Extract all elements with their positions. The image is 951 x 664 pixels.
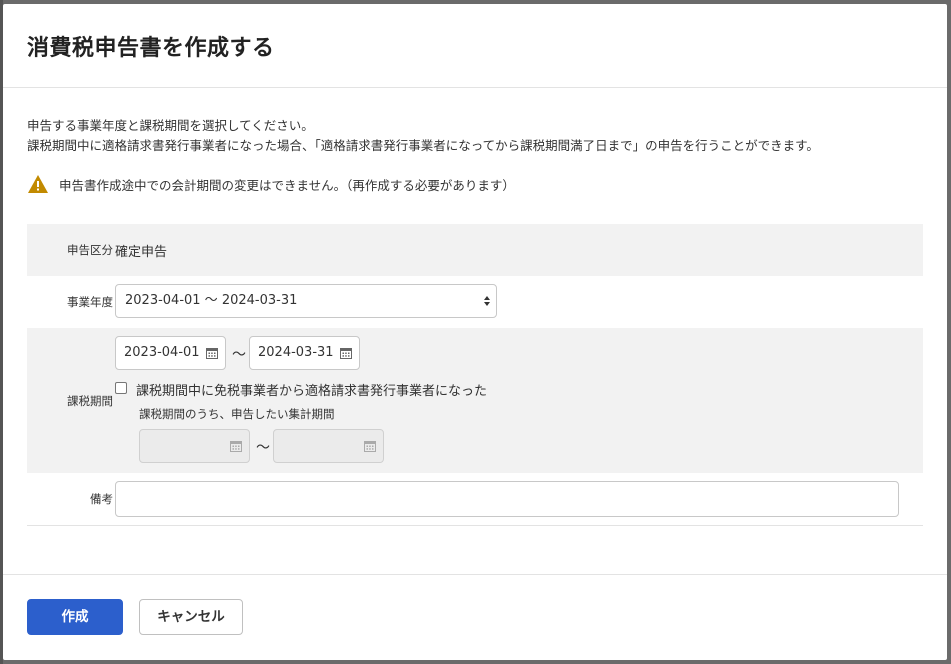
calendar-icon [364,441,376,452]
memo-input[interactable] [115,481,899,517]
became-qualified-issuer-label[interactable]: 課税期間中に免税事業者から適格請求書発行事業者になった [136,380,487,399]
tax-period-start-value: 2023-04-01 [124,345,200,360]
memo-row: 備考 [27,473,923,525]
dialog-footer: 作成 キャンセル [3,574,947,661]
select-arrows-icon [484,296,490,306]
description-line-2: 課税期間中に適格請求書発行事業者になった場合、「適格請求書発行事業者になってから… [27,138,819,153]
dialog-description: 申告する事業年度と課税期間を選択してください。 課税期間中に適格請求書発行事業者… [27,116,819,156]
tax-period-row: 課税期間 2023-04-01 〜 2024-03-31 課税期間中に免税事業者… [27,328,923,473]
tax-period-start-input[interactable]: 2023-04-01 [115,336,226,370]
tax-period-separator: 〜 [232,347,246,363]
aggregation-period-start-input [139,429,250,463]
description-line-1: 申告する事業年度と課税期間を選択してください。 [27,118,314,133]
memo-label: 備考 [90,492,113,506]
fiscal-year-label: 事業年度 [67,295,113,309]
became-qualified-issuer-checkbox[interactable] [115,382,127,394]
fiscal-year-select[interactable]: 2023-04-01 〜 2024-03-31 [115,284,497,318]
aggregation-period-label: 課税期間のうち、申告したい集計期間 [139,407,335,421]
warning-icon [28,175,48,193]
cancel-button[interactable]: キャンセル [139,599,243,635]
fiscal-year-selected-value: 2023-04-01 〜 2024-03-31 [125,293,298,308]
calendar-icon [230,441,242,452]
create-tax-return-dialog: 消費税申告書を作成する 申告する事業年度と課税期間を選択してください。 課税期間… [3,4,947,660]
calendar-icon[interactable] [206,347,218,359]
aggregation-period-end-input [273,429,384,463]
declaration-type-value: 確定申告 [115,245,168,260]
warning-message: 申告書作成途中での会計期間の変更はできません。（再作成する必要があります） [27,173,515,195]
form-divider [27,525,923,526]
tax-period-label: 課税期間 [67,394,113,408]
calendar-icon[interactable] [340,347,352,359]
declaration-type-label: 申告区分 [67,243,113,257]
create-button[interactable]: 作成 [27,599,123,635]
dialog-header: 消費税申告書を作成する [3,4,947,88]
warning-text: 申告書作成途中での会計期間の変更はできません。（再作成する必要があります） [59,177,515,193]
aggregation-period-separator: 〜 [256,440,270,456]
fiscal-year-row: 事業年度 2023-04-01 〜 2024-03-31 [27,276,923,328]
declaration-type-row: 申告区分 確定申告 [27,224,923,276]
dialog-title: 消費税申告書を作成する [27,36,275,61]
tax-period-end-value: 2024-03-31 [258,345,334,360]
tax-period-end-input[interactable]: 2024-03-31 [249,336,360,370]
